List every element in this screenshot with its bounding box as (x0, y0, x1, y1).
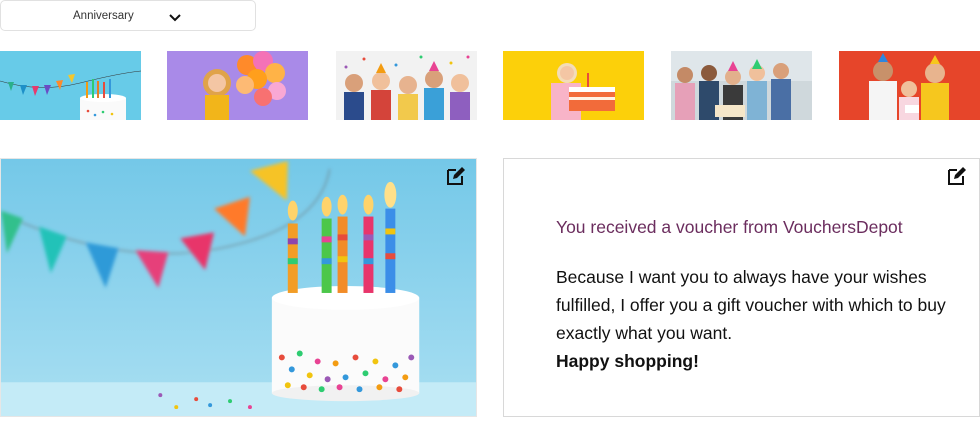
thumbnail-woman-cake[interactable] (503, 51, 644, 120)
voucher-title: You received a voucher from VouchersDepo… (556, 217, 903, 237)
message-text: Because I want you to always have your w… (556, 267, 946, 343)
occasion-selected-label: Anniversary (73, 10, 134, 22)
thumbnail-family-celebrating[interactable] (839, 51, 980, 120)
voucher-message-panel: You received a voucher from VouchersDepo… (503, 158, 980, 417)
thumbnail-kids-party[interactable] (336, 51, 477, 120)
birthday-cake-image (1, 159, 476, 416)
edit-icon (948, 167, 966, 185)
message-body: Because I want you to always have your w… (556, 263, 956, 375)
edit-message-button[interactable] (946, 165, 968, 187)
thumbnail-girl-balloons[interactable] (167, 51, 308, 120)
edit-image-button[interactable] (445, 165, 467, 187)
occasion-dropdown[interactable]: Anniversary (0, 0, 256, 31)
thumbnail-birthday-cake[interactable] (0, 51, 141, 120)
chevron-down-icon (168, 11, 182, 23)
thumbnail-friends-celebrating[interactable] (671, 51, 812, 120)
preview-image-panel (0, 158, 477, 417)
message-closing: Happy shopping! (556, 351, 699, 371)
edit-icon (447, 167, 465, 185)
